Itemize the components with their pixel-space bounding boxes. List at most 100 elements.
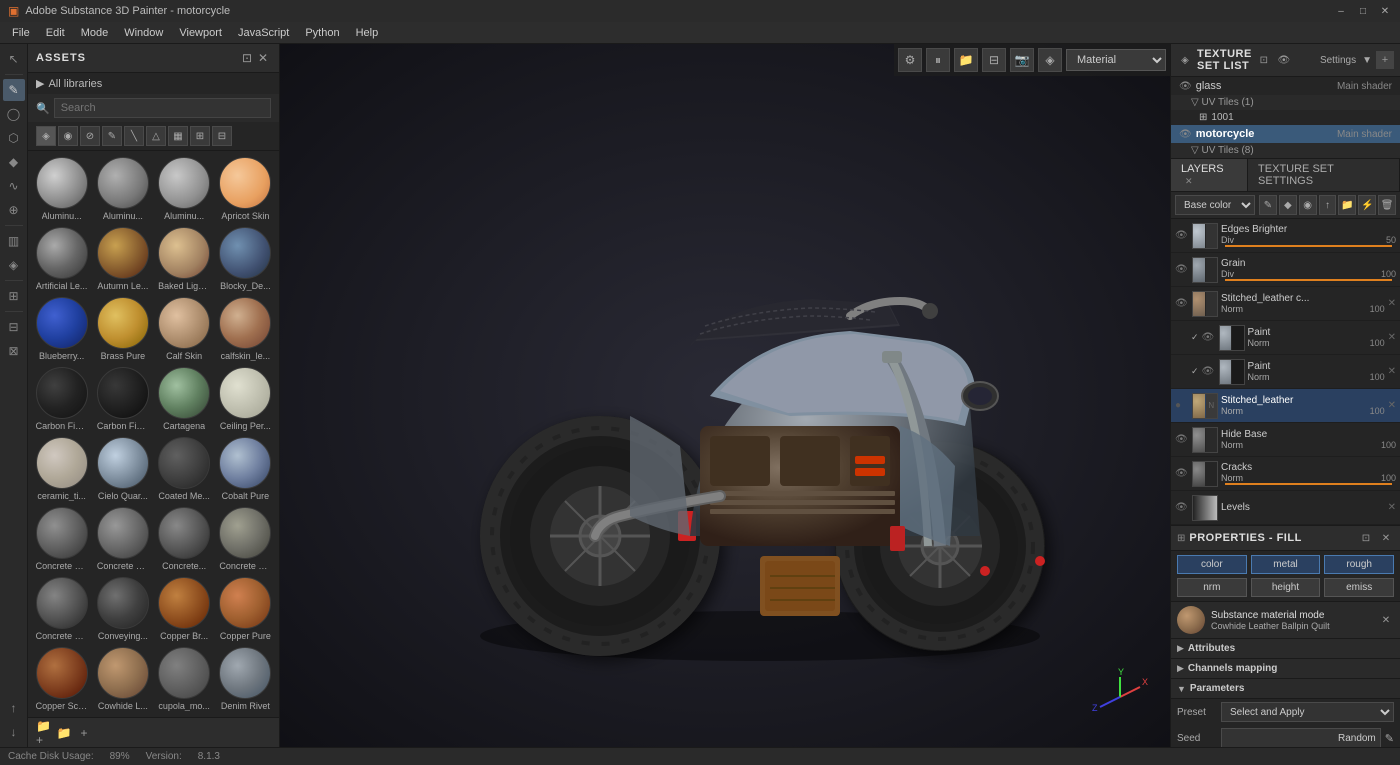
asset-item-14[interactable]: Cartagena [155, 365, 214, 433]
layer-stitched-leather[interactable]: ● N Stitched_leather Norm 100 ✕ [1171, 389, 1400, 423]
assets-add[interactable]: + [76, 725, 92, 741]
layer-paint-2[interactable]: ✓ 👁 Paint Norm 100 ✕ [1171, 355, 1400, 389]
tool-erase[interactable]: ◯ [3, 103, 25, 125]
channel-emiss-btn[interactable]: emiss [1324, 578, 1394, 597]
texture-set-plus-button[interactable]: + [1376, 51, 1394, 69]
channel-metal-btn[interactable]: metal [1251, 555, 1321, 574]
open-folder-button[interactable]: 📁 [954, 48, 978, 72]
channel-height-btn[interactable]: height [1251, 578, 1321, 597]
asset-item-16[interactable]: ceramic_ti... [32, 435, 91, 503]
asset-item-27[interactable]: Copper Pure [216, 575, 275, 643]
assets-maximize-button[interactable]: ⊡ [239, 50, 255, 66]
layer-eye-paint-2[interactable]: 👁 [1202, 366, 1216, 377]
asset-item-29[interactable]: Cowhide L... [93, 645, 152, 713]
layer-eye-paint-1[interactable]: 👁 [1202, 332, 1216, 343]
tool-paint[interactable]: ✎ [3, 79, 25, 101]
tool-grid[interactable]: ⊟ [3, 316, 25, 338]
asset-item-10[interactable]: Calf Skin [155, 295, 214, 363]
menu-item-file[interactable]: File [4, 25, 38, 41]
blend-mode-select[interactable]: Base color [1175, 195, 1255, 215]
layers-button[interactable]: ⊟ [982, 48, 1006, 72]
tool-select[interactable]: ↖ [3, 48, 25, 70]
menu-item-window[interactable]: Window [116, 25, 171, 41]
tool-material-picker[interactable]: ◈ [3, 254, 25, 276]
menu-item-mode[interactable]: Mode [73, 25, 117, 41]
asset-filter-brush[interactable]: ⊘ [80, 126, 100, 146]
asset-view-grid[interactable]: ⊟ [212, 126, 232, 146]
layer-eye-hide-base[interactable]: 👁 [1175, 434, 1189, 445]
tool-smudge[interactable]: ∿ [3, 175, 25, 197]
layer-hide-base[interactable]: 👁 Hide Base Norm 100 [1171, 423, 1400, 457]
pause-button[interactable]: ⏸ [926, 48, 950, 72]
asset-item-30[interactable]: cupola_mo... [155, 645, 214, 713]
camera-settings-button[interactable]: ⚙ [898, 48, 922, 72]
channel-color-btn[interactable]: color [1177, 555, 1247, 574]
layer-grain[interactable]: 👁 Grain Div 100 [1171, 253, 1400, 287]
asset-item-3[interactable]: Apricot Skin [216, 155, 275, 223]
menu-item-viewport[interactable]: Viewport [171, 25, 230, 41]
delete-layer[interactable]: 🗑 [1378, 195, 1396, 215]
asset-item-7[interactable]: Blocky_De... [216, 225, 275, 293]
texture-set-eye-button[interactable]: 👁 [1276, 52, 1292, 68]
asset-item-5[interactable]: Autumn Le... [93, 225, 152, 293]
asset-filter-mask[interactable]: ╲ [124, 126, 144, 146]
motorcycle-visibility-icon[interactable]: 👁 [1179, 129, 1192, 140]
asset-item-0[interactable]: Aluminu... [32, 155, 91, 223]
preset-select[interactable]: Select and Apply [1221, 702, 1394, 722]
layer-close-paint-1[interactable]: ✕ [1388, 332, 1396, 343]
parameters-section[interactable]: ▼ Parameters [1171, 679, 1400, 699]
substance-remove-btn[interactable]: ✕ [1378, 612, 1394, 628]
seed-edit-btn[interactable]: ✎ [1385, 732, 1394, 745]
asset-filter-alpha[interactable]: △ [146, 126, 166, 146]
menu-item-help[interactable]: Help [348, 25, 387, 41]
camera-button[interactable]: 📷 [1010, 48, 1034, 72]
attributes-section[interactable]: ▶ Attributes [1171, 639, 1400, 659]
properties-close[interactable]: ✕ [1378, 530, 1394, 546]
asset-filter-texture[interactable]: ▦ [168, 126, 188, 146]
tool-export[interactable]: ↓ [3, 721, 25, 743]
layer-close-stitched[interactable]: ✕ [1388, 400, 1396, 411]
add-paint-layer[interactable]: ✎ [1259, 195, 1277, 215]
tool-color-picker[interactable]: ▥ [3, 230, 25, 252]
asset-item-23[interactable]: Concrete S... [216, 505, 275, 573]
asset-item-28[interactable]: Copper Scr... [32, 645, 91, 713]
layer-stitched-group[interactable]: 👁 Stitched_leather c... Norm 100 ✕ [1171, 287, 1400, 321]
layer-eye-levels[interactable]: 👁 [1175, 502, 1189, 513]
texture-set-motorcycle[interactable]: 👁 motorcycle Main shader [1171, 125, 1400, 143]
material-mode-select[interactable]: Material [1066, 49, 1166, 71]
channel-nrm-btn[interactable]: nrm [1177, 578, 1247, 597]
layer-eye-cracks[interactable]: 👁 [1175, 468, 1189, 479]
layer-eye-stitched-group[interactable]: 👁 [1175, 298, 1189, 309]
texture-set-expand-button[interactable]: ⊡ [1256, 52, 1272, 68]
search-input[interactable] [54, 98, 271, 118]
asset-item-20[interactable]: Concrete B... [32, 505, 91, 573]
asset-item-6[interactable]: Baked Ligh... [155, 225, 214, 293]
asset-item-4[interactable]: Artificial Le... [32, 225, 91, 293]
properties-expand[interactable]: ⊡ [1358, 530, 1374, 546]
tab-layers[interactable]: LAYERS ✕ [1171, 159, 1248, 191]
tab-texture-set-settings[interactable]: TEXTURE SET SETTINGS [1248, 159, 1400, 191]
render-button[interactable]: ◈ [1038, 48, 1062, 72]
asset-item-13[interactable]: Carbon Fib... [93, 365, 152, 433]
glass-visibility-icon[interactable]: 👁 [1179, 81, 1192, 92]
channel-rough-btn[interactable]: rough [1324, 555, 1394, 574]
asset-item-31[interactable]: Denim Rivet [216, 645, 275, 713]
all-libraries-item[interactable]: ▶ All libraries [28, 73, 279, 94]
glass-uv-1001[interactable]: ⊞ 1001 [1171, 110, 1400, 125]
assets-new-folder[interactable]: 📁 [56, 725, 72, 741]
menu-item-edit[interactable]: Edit [38, 25, 73, 41]
layer-eye-grain[interactable]: 👁 [1175, 264, 1189, 275]
asset-filter-particle[interactable]: ✎ [102, 126, 122, 146]
asset-item-25[interactable]: Conveying... [93, 575, 152, 643]
asset-item-11[interactable]: calfskin_le... [216, 295, 275, 363]
asset-item-1[interactable]: Aluminu... [93, 155, 152, 223]
close-button[interactable]: ✕ [1378, 4, 1392, 18]
asset-filter-smart[interactable]: ◉ [58, 126, 78, 146]
minimize-button[interactable]: – [1334, 4, 1348, 18]
maximize-button[interactable]: □ [1356, 4, 1370, 18]
texture-set-glass[interactable]: 👁 glass Main shader [1171, 77, 1400, 95]
tool-fill[interactable]: ◆ [3, 151, 25, 173]
viewport-content[interactable]: X Y Z [280, 44, 1170, 747]
create-group[interactable]: 📁 [1338, 195, 1356, 215]
layer-paint-1[interactable]: ✓ 👁 Paint Norm 100 ✕ [1171, 321, 1400, 355]
